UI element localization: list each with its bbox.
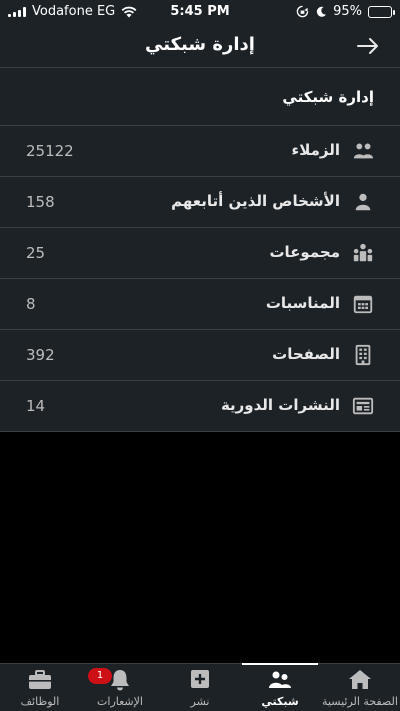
item-count: 25122	[26, 142, 74, 160]
home-icon	[349, 670, 371, 689]
item-count: 25	[26, 244, 46, 262]
group-icon	[353, 243, 373, 262]
newsletter-icon	[352, 397, 374, 415]
moon-icon	[316, 6, 327, 17]
tab-jobs[interactable]: الوظائف	[0, 664, 80, 711]
tab-label: شبكتي	[261, 695, 299, 708]
item-label: الأشخاص الذين أتابعهم	[171, 192, 340, 210]
calendar-icon	[353, 295, 373, 314]
list-item-events[interactable]: 8 المناسبات	[0, 279, 400, 330]
person-icon	[355, 193, 371, 211]
tab-my-network[interactable]: شبكتي	[240, 663, 320, 711]
section-title: إدارة شبكتي	[282, 88, 374, 106]
tab-label: الوظائف	[20, 695, 60, 708]
arrow-right-icon[interactable]	[354, 32, 382, 60]
list-item-pages[interactable]: 392 الصفحات	[0, 330, 400, 381]
bell-icon	[111, 670, 129, 691]
manage-network-section: إدارة شبكتي 25122 الزملاء 158 الأشخاص ال…	[0, 68, 400, 432]
bottom-tab-bar: الوظائف الإشعارات 1 نشر شبكتي الصفحة الر…	[0, 663, 400, 711]
briefcase-icon	[29, 670, 51, 689]
battery-icon	[368, 5, 395, 18]
status-right: 95%	[296, 4, 395, 19]
list-item-connections[interactable]: 25122 الزملاء	[0, 126, 400, 177]
status-bar: Vodafone EG 5:45 PM 95%	[0, 0, 400, 24]
active-tab-indicator	[242, 663, 318, 665]
item-label: الزملاء	[291, 141, 340, 159]
item-label: المناسبات	[265, 294, 340, 312]
item-label: النشرات الدورية	[220, 396, 340, 414]
list-item-groups[interactable]: 25 مجموعات	[0, 228, 400, 279]
rotation-lock-icon	[296, 5, 309, 18]
list-item-newsletters[interactable]: 14 النشرات الدورية	[0, 381, 400, 432]
tab-label: الصفحة الرئيسية	[322, 695, 398, 708]
item-count: 158	[26, 193, 55, 211]
battery-percent: 95%	[333, 4, 362, 19]
item-label: مجموعات	[269, 243, 340, 261]
item-count: 8	[26, 295, 36, 313]
people-icon	[353, 143, 374, 159]
section-header: إدارة شبكتي	[0, 68, 400, 126]
notification-badge: 1	[88, 668, 112, 684]
my-network-icon	[269, 671, 291, 688]
list-item-following[interactable]: 158 الأشخاص الذين أتابعهم	[0, 177, 400, 228]
tab-post[interactable]: نشر	[160, 664, 240, 711]
page-header: إدارة شبكتي	[0, 24, 400, 68]
item-label: الصفحات	[272, 345, 340, 363]
tab-home[interactable]: الصفحة الرئيسية	[320, 664, 400, 711]
plus-square-icon	[191, 670, 209, 688]
page-title: إدارة شبكتي	[145, 34, 255, 55]
item-count: 14	[26, 397, 46, 415]
tab-label: نشر	[190, 695, 210, 708]
item-count: 392	[26, 346, 55, 364]
building-icon	[355, 344, 371, 366]
tab-label: الإشعارات	[97, 695, 143, 708]
